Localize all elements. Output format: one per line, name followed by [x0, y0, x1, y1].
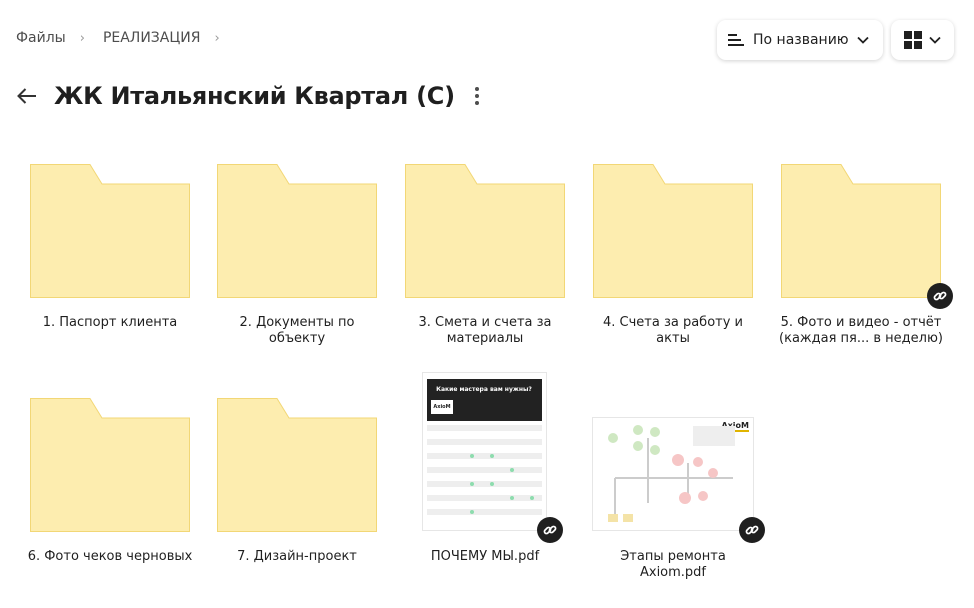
grid-view-icon [904, 31, 922, 49]
folder-item[interactable]: 7. Дизайн-проект [209, 390, 385, 565]
item-name: 1. Паспорт клиента [42, 315, 178, 330]
item-name: 6. Фото чеков черновых [27, 549, 193, 564]
shared-link-icon [537, 517, 563, 543]
folder-item[interactable]: 3. Смета и счета за материалы [397, 156, 573, 347]
breadcrumb-separator: › [79, 30, 85, 46]
breadcrumb-item-realization[interactable]: РЕАЛИЗАЦИЯ [103, 30, 201, 46]
sort-lines-icon [728, 34, 744, 46]
folder-item[interactable]: 4. Счета за работу и акты [585, 156, 761, 347]
sort-button[interactable]: По названию [717, 20, 883, 60]
page-title: ЖК Итальянский Квартал (С) [54, 82, 455, 110]
pdf-preview: AxioM [593, 418, 753, 530]
view-mode-button[interactable] [891, 20, 954, 60]
folder-icon [30, 164, 190, 298]
arrow-left-icon[interactable] [16, 87, 38, 105]
item-name: ПОЧЕМУ МЫ.pdf [430, 549, 540, 564]
folder-icon [781, 164, 941, 298]
chevron-down-icon [929, 36, 941, 44]
folder-item[interactable]: 2. Документы по объекту [209, 156, 385, 347]
item-name: Этапы ремонта Axiom.pdf [620, 549, 726, 580]
folder-icon [593, 164, 753, 298]
item-name: 2. Документы по объекту [239, 315, 355, 346]
preview-diagram [608, 425, 735, 522]
folder-icon [30, 398, 190, 532]
breadcrumb-separator: › [214, 30, 220, 46]
item-name: 5. Фото и видео - отчёт (каждая пя... в … [779, 315, 943, 346]
pdf-preview: Какие мастера вам нужны? AxioM [423, 373, 546, 530]
sort-label: По названию [753, 32, 849, 48]
file-item[interactable]: Какие мастера вам нужны? AxioM ПОЧЕМУ МЫ… [397, 373, 573, 565]
folder-icon [405, 164, 565, 298]
folder-item[interactable]: 6. Фото чеков черновых [22, 390, 198, 565]
item-name: 3. Смета и счета за материалы [418, 315, 552, 346]
folder-item[interactable]: 5. Фото и видео - отчёт (каждая пя... в … [773, 156, 953, 347]
file-item[interactable]: AxioM Этапы ремонта Axiom.pdf [585, 390, 765, 581]
folder-icon [217, 398, 377, 532]
chevron-down-icon [856, 36, 869, 44]
breadcrumb: Файлы › РЕАЛИЗАЦИЯ › [16, 30, 220, 46]
preview-table [427, 425, 542, 515]
preview-heading: Какие мастера вам нужны? [436, 386, 532, 393]
more-vertical-icon[interactable] [469, 83, 485, 109]
folder-item[interactable]: 1. Паспорт клиента [22, 156, 198, 331]
shared-link-icon [739, 517, 765, 543]
shared-link-icon [927, 283, 953, 309]
preview-logo: AxioM [431, 400, 453, 414]
item-name: 4. Счета за работу и акты [602, 315, 743, 346]
breadcrumb-item-files[interactable]: Файлы [16, 30, 66, 46]
folder-icon [217, 164, 377, 298]
item-name: 7. Дизайн-проект [237, 549, 357, 564]
